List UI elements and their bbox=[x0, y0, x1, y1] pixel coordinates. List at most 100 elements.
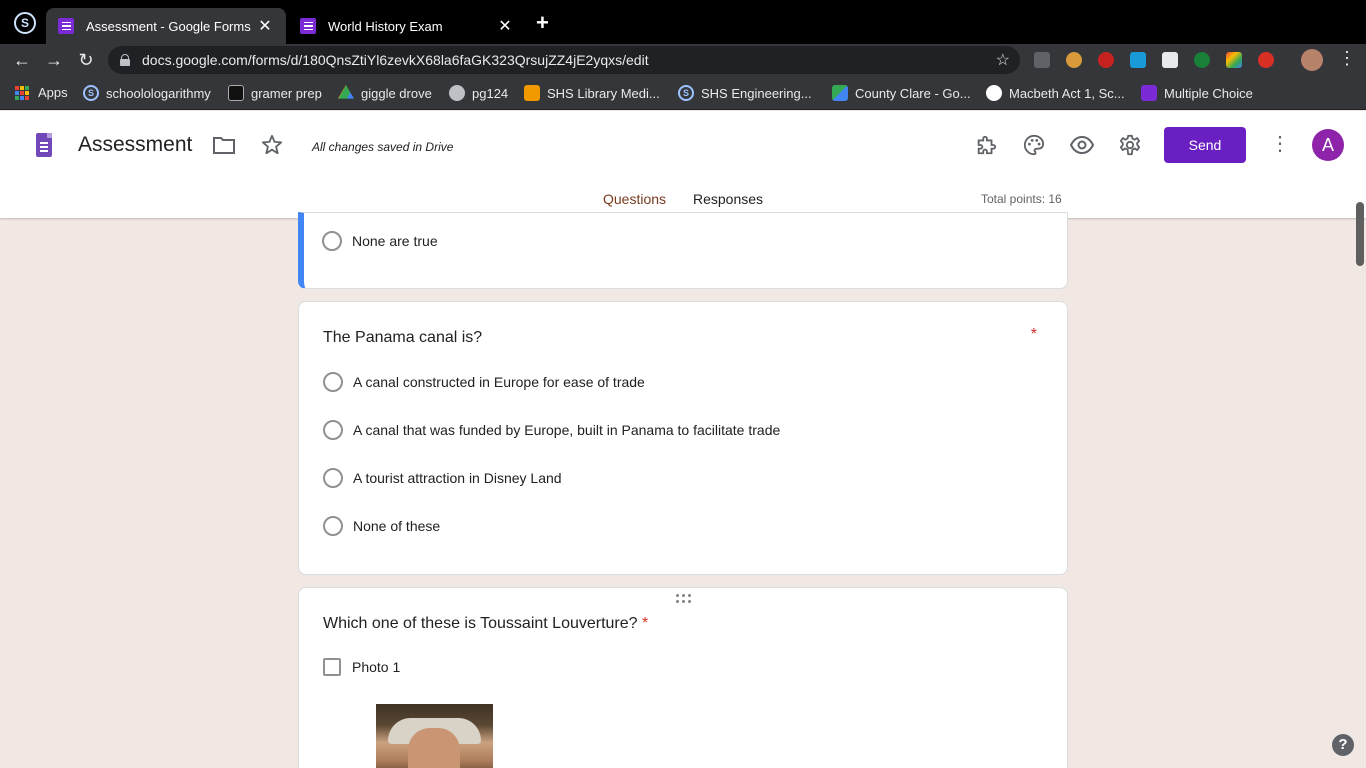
google-forms-logo-icon[interactable] bbox=[36, 133, 52, 157]
required-asterisk: * bbox=[642, 615, 649, 632]
bookmark-schoology[interactable]: S schoolologarithmy bbox=[83, 85, 211, 101]
radio-button[interactable] bbox=[323, 420, 343, 440]
bookmark-giggle-drove[interactable]: giggle drove bbox=[338, 85, 432, 101]
checkbox[interactable] bbox=[323, 658, 341, 676]
forms-icon bbox=[1141, 85, 1157, 101]
page-scrollbar-thumb[interactable] bbox=[1356, 202, 1364, 266]
forward-arrow-icon[interactable]: → bbox=[42, 48, 66, 72]
forms-header: Assessment All changes saved in Drive Se… bbox=[0, 111, 1366, 218]
portrait-image bbox=[376, 704, 493, 768]
account-avatar[interactable]: A bbox=[1312, 129, 1344, 161]
drag-handle-icon[interactable] bbox=[676, 594, 692, 604]
save-status: All changes saved in Drive bbox=[312, 140, 454, 154]
form-title[interactable]: Assessment bbox=[78, 133, 192, 157]
briefcase-icon[interactable] bbox=[1162, 52, 1178, 68]
bookmark-label: schoolologarithmy bbox=[106, 85, 211, 101]
bookmark-star-icon[interactable]: ☆ bbox=[996, 50, 1010, 70]
bookmark-label: County Clare - Go... bbox=[855, 85, 971, 101]
schoology-profile-icon[interactable]: S bbox=[14, 12, 36, 34]
browser-tab-strip: S Assessment - Google Forms ✕ World Hist… bbox=[0, 0, 1366, 44]
browser-tab-world-history[interactable]: World History Exam ✕ bbox=[288, 8, 526, 44]
bookmark-macbeth[interactable]: Macbeth Act 1, Sc... bbox=[986, 85, 1125, 101]
question-card-panama[interactable]: The Panama canal is? * A canal construct… bbox=[298, 301, 1068, 575]
radio-button[interactable] bbox=[322, 231, 342, 251]
bookmark-gramer-prep[interactable]: gramer prep bbox=[228, 85, 322, 101]
bookmarks-bar: Apps S schoolologarithmy gramer prep gig… bbox=[0, 76, 1366, 110]
bookmark-shs-engineering[interactable]: S SHS Engineering... bbox=[678, 85, 812, 101]
lock-icon bbox=[120, 54, 130, 66]
url-text[interactable]: docs.google.com/forms/d/180QnsZtiYl6zevk… bbox=[142, 52, 996, 68]
tab-title: Assessment - Google Forms bbox=[86, 18, 251, 34]
option-3[interactable]: A tourist attraction in Disney Land bbox=[323, 468, 562, 488]
back-arrow-icon[interactable]: ← bbox=[10, 48, 34, 72]
tab-title: World History Exam bbox=[328, 18, 443, 34]
option-label: None are true bbox=[352, 233, 438, 249]
portrait-face bbox=[408, 728, 460, 768]
more-options-icon[interactable]: ⋮ bbox=[1270, 131, 1290, 156]
checkmark-ext-icon[interactable] bbox=[1130, 52, 1146, 68]
star-icon[interactable] bbox=[261, 134, 283, 155]
bookmark-label: gramer prep bbox=[251, 85, 322, 101]
google-drive-icon bbox=[338, 85, 354, 99]
help-icon[interactable]: ? bbox=[1332, 734, 1354, 756]
schoology-icon: S bbox=[83, 85, 99, 101]
bookmark-shs-library[interactable]: SHS Library Medi... bbox=[524, 85, 660, 101]
bookmark-label: Macbeth Act 1, Sc... bbox=[1009, 85, 1125, 101]
option-4[interactable]: None of these bbox=[323, 516, 440, 536]
folder-icon[interactable] bbox=[213, 136, 235, 154]
question-card-toussaint[interactable]: Which one of these is Toussaint Louvertu… bbox=[298, 587, 1068, 768]
bookmark-label: pg124 bbox=[472, 85, 509, 101]
question-title-text: Which one of these is Toussaint Louvertu… bbox=[323, 615, 638, 632]
option-label: None of these bbox=[353, 518, 441, 534]
addons-puzzle-icon[interactable] bbox=[975, 134, 997, 156]
forms-favicon-icon bbox=[300, 18, 316, 34]
tab-responses[interactable]: Responses bbox=[693, 191, 763, 207]
bookmark-label: SHS Library Medi... bbox=[547, 85, 660, 101]
apps-grid-icon bbox=[15, 85, 31, 100]
bookmark-label: Apps bbox=[38, 85, 68, 100]
analytics-icon bbox=[986, 85, 1002, 101]
forms-favicon-icon bbox=[58, 18, 74, 34]
schoology-icon: S bbox=[678, 85, 694, 101]
preview-eye-icon[interactable] bbox=[1070, 136, 1094, 154]
bookmark-apps[interactable]: Apps bbox=[15, 85, 68, 100]
bookmark-county-clare[interactable]: County Clare - Go... bbox=[832, 85, 971, 101]
send-button[interactable]: Send bbox=[1164, 127, 1246, 163]
radio-button[interactable] bbox=[323, 516, 343, 536]
bookmark-multiple-choice[interactable]: Multiple Choice bbox=[1141, 85, 1253, 101]
option-1[interactable]: A canal constructed in Europe for ease o… bbox=[323, 372, 645, 392]
browser-toolbar: ← → ↻ docs.google.com/forms/d/180QnsZtiY… bbox=[0, 44, 1366, 76]
grammarly-icon[interactable] bbox=[1194, 52, 1210, 68]
option-label: A canal that was funded by Europe, built… bbox=[353, 422, 781, 438]
owl-icon[interactable] bbox=[1066, 52, 1082, 68]
option-none-are-true[interactable]: None are true bbox=[322, 231, 438, 251]
chrome-menu-icon[interactable]: ⋮ bbox=[1338, 48, 1356, 69]
option-label: Photo 1 bbox=[352, 659, 401, 675]
question-title: The Panama canal is? bbox=[323, 329, 483, 346]
reload-icon[interactable]: ↻ bbox=[74, 48, 98, 72]
option-2[interactable]: A canal that was funded by Europe, built… bbox=[323, 420, 780, 440]
question-card-previous[interactable]: None are true bbox=[298, 212, 1068, 289]
total-points: Total points: 16 bbox=[981, 192, 1062, 206]
palette-icon[interactable] bbox=[1023, 134, 1045, 156]
adblock-icon[interactable] bbox=[1098, 52, 1114, 68]
chrome-profile-avatar[interactable] bbox=[1301, 49, 1323, 71]
crx-icon[interactable] bbox=[1034, 52, 1050, 68]
radio-button[interactable] bbox=[323, 468, 343, 488]
red-check-icon[interactable] bbox=[1258, 52, 1274, 68]
bookmark-label: SHS Engineering... bbox=[701, 85, 812, 101]
address-bar[interactable]: docs.google.com/forms/d/180QnsZtiYl6zevk… bbox=[108, 46, 1020, 74]
radio-button[interactable] bbox=[323, 372, 343, 392]
color-wheel-icon[interactable] bbox=[1226, 52, 1242, 68]
tab-questions[interactable]: Questions bbox=[603, 191, 666, 207]
close-tab-icon[interactable]: ✕ bbox=[256, 16, 274, 36]
new-tab-plus-icon[interactable]: + bbox=[536, 12, 549, 34]
bookmark-pg124[interactable]: pg124 bbox=[449, 85, 508, 101]
option-photo-1[interactable]: Photo 1 bbox=[323, 658, 400, 676]
library-icon bbox=[524, 85, 540, 101]
bookmark-label: Multiple Choice bbox=[1164, 85, 1253, 101]
settings-gear-icon[interactable] bbox=[1119, 134, 1141, 156]
browser-tab-assessment[interactable]: Assessment - Google Forms ✕ bbox=[46, 8, 286, 44]
globe-icon bbox=[449, 85, 465, 101]
close-tab-icon[interactable]: ✕ bbox=[496, 16, 514, 36]
